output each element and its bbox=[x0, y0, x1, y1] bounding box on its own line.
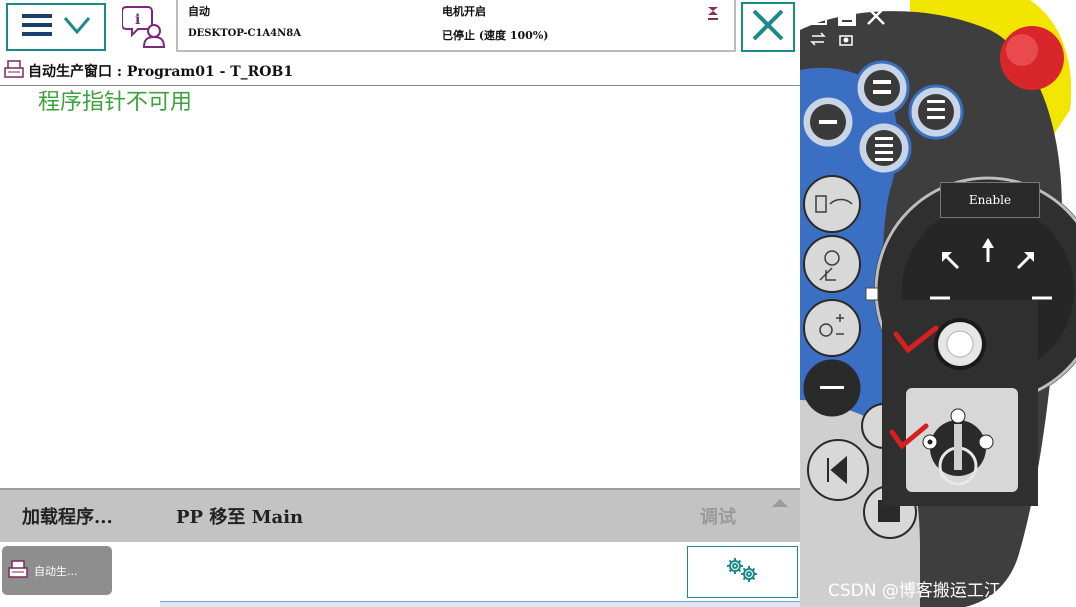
close-emulator-button[interactable] bbox=[862, 4, 888, 28]
load-program-button[interactable]: 加载程序... bbox=[22, 490, 113, 542]
restore-window-button[interactable] bbox=[806, 4, 830, 28]
chevron-up-icon[interactable] bbox=[770, 494, 790, 513]
mode-key-switch[interactable] bbox=[906, 388, 1018, 492]
programmable-key[interactable] bbox=[804, 360, 860, 416]
production-window-icon bbox=[4, 59, 24, 82]
speed-override-icon bbox=[706, 5, 720, 27]
window-bottom-edge bbox=[160, 601, 800, 607]
gears-icon bbox=[721, 555, 765, 589]
mechanical-unit-key[interactable] bbox=[804, 176, 860, 232]
abb-menu-button[interactable] bbox=[6, 3, 106, 51]
close-button[interactable] bbox=[741, 2, 795, 52]
pendant-key-2[interactable] bbox=[802, 96, 854, 148]
svg-text:i: i bbox=[135, 12, 140, 28]
minimize-button[interactable] bbox=[834, 4, 860, 28]
step-backward-button[interactable] bbox=[808, 440, 868, 500]
window-title-bar: 自动生产窗口 : Program01 - T_ROB1 bbox=[0, 56, 800, 86]
motion-mode-key[interactable] bbox=[804, 236, 860, 292]
pp-to-main-button[interactable]: PP 移至 Main bbox=[176, 490, 303, 542]
watermark-text: CSDN @博客搬运工江上月 bbox=[828, 581, 1035, 601]
program-pointer-message: 程序指针不可用 bbox=[38, 90, 193, 115]
taskbar-item-production[interactable]: 自动生... bbox=[2, 546, 112, 595]
operating-mode: 自动 bbox=[188, 5, 210, 18]
info-person-icon: i bbox=[121, 3, 168, 53]
quickset-button[interactable] bbox=[687, 546, 798, 598]
window-title: 自动生产窗口 : Program01 - T_ROB1 bbox=[28, 63, 294, 80]
pendant-key-4[interactable] bbox=[858, 122, 910, 174]
taskbar: 自动生... bbox=[0, 543, 800, 601]
increment-key[interactable] bbox=[804, 300, 860, 356]
hamburger-icon bbox=[20, 11, 56, 43]
run-state: 已停止 (速度 100%) bbox=[442, 29, 549, 42]
emergency-stop-button[interactable] bbox=[1000, 26, 1064, 90]
swap-icon[interactable] bbox=[808, 30, 830, 48]
event-log-button[interactable]: i bbox=[120, 4, 170, 52]
pendant-key-3[interactable] bbox=[910, 86, 962, 138]
pendant-key-1[interactable] bbox=[856, 62, 908, 114]
status-bar[interactable]: 自动 DESKTOP-C1A4N8A 电机开启 已停止 (速度 100%) bbox=[176, 0, 736, 52]
flexpendant-panel: Enable CSDN @博客搬运工江上月 bbox=[800, 0, 1076, 607]
production-window-icon bbox=[8, 560, 28, 581]
system-name: DESKTOP-C1A4N8A bbox=[188, 28, 301, 39]
motor-state: 电机开启 bbox=[442, 5, 486, 18]
enable-button[interactable]: Enable bbox=[940, 182, 1040, 218]
taskbar-item-label: 自动生... bbox=[34, 564, 78, 578]
camera-icon[interactable] bbox=[836, 30, 858, 48]
debug-button[interactable]: 调试 bbox=[700, 490, 736, 542]
stop-button[interactable] bbox=[864, 486, 916, 538]
close-icon bbox=[750, 7, 786, 47]
chevron-down-icon bbox=[62, 15, 92, 39]
motors-on-button[interactable] bbox=[934, 318, 986, 370]
command-bar: 加载程序... PP 移至 Main 调试 bbox=[0, 488, 800, 542]
